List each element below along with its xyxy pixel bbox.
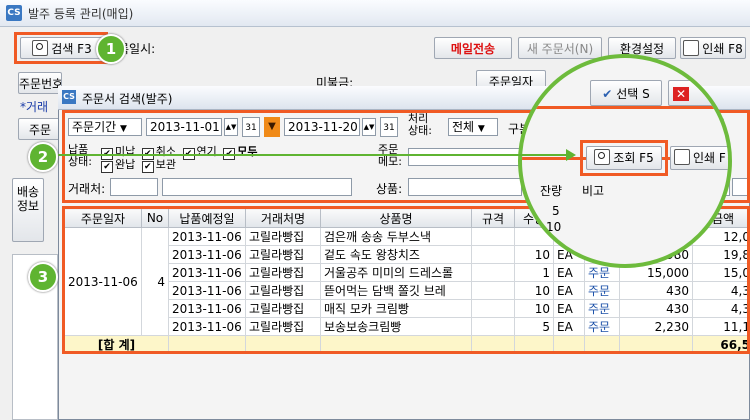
- dialog-logo-icon: CS: [62, 90, 76, 104]
- callout-note-header: 비고: [582, 184, 605, 198]
- order-no-label: 주문번호: [18, 72, 62, 94]
- new-order-button[interactable]: 새 주문서(N): [518, 37, 602, 59]
- callout-remain-value-2: 10: [546, 220, 562, 234]
- callout-remain-value-1: 5: [552, 204, 560, 218]
- dialog-print-button[interactable]: 인쇄 F: [670, 146, 728, 170]
- callout-remain-header: 잔량: [540, 184, 563, 198]
- window-title: 발주 등록 관리(매입): [28, 7, 134, 21]
- print-button[interactable]: 인쇄 F8: [680, 37, 746, 59]
- close-icon: ✕: [673, 87, 690, 101]
- close-button[interactable]: ✕: [668, 80, 728, 106]
- check-icon: ✔: [602, 87, 613, 101]
- zoom-callout: ✔ 선택 S ✕ 조회 F5 인쇄 F 잔량 비고 5 10: [518, 54, 732, 268]
- printer-icon: [683, 40, 700, 56]
- dialog-title: 주문서 검색(발주): [82, 92, 173, 106]
- highlight-search-f5: [580, 140, 668, 176]
- order-label: 주문: [18, 118, 62, 140]
- step-badge-2: 2: [28, 142, 58, 172]
- pointer-arrow-head: [566, 149, 576, 161]
- printer-icon: [674, 149, 690, 165]
- window-titlebar: CS 발주 등록 관리(매입): [0, 0, 750, 27]
- trade-label: *거래: [20, 100, 49, 114]
- delivery-tab[interactable]: 배송정보: [12, 178, 44, 242]
- mail-send-button[interactable]: 메일전송: [434, 37, 512, 59]
- app-logo: CS: [6, 5, 22, 21]
- pointer-arrow-line: [58, 154, 570, 156]
- step-badge-1: 1: [96, 34, 126, 64]
- highlight-search: [14, 32, 108, 64]
- select-button[interactable]: ✔ 선택 S: [590, 80, 662, 106]
- step-badge-3: 3: [28, 262, 58, 292]
